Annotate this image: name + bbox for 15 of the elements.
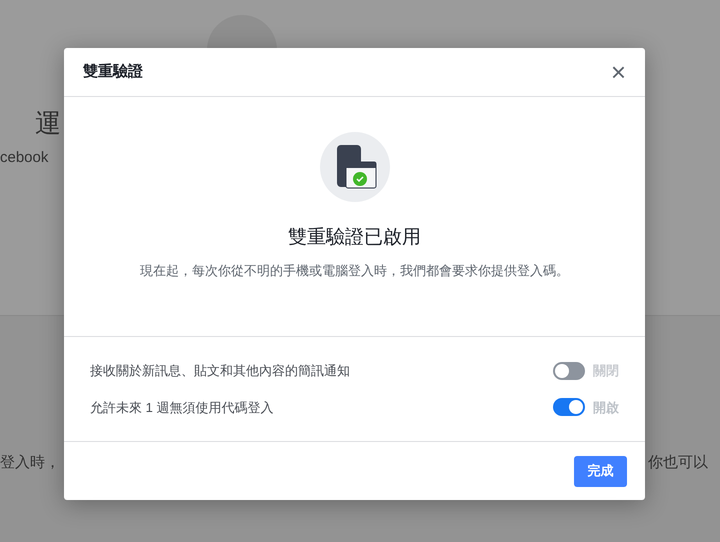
page-text: 你也可以 (648, 453, 708, 473)
status-title: 雙重驗證已啟用 (288, 226, 421, 250)
page-text: 登入時， (0, 453, 60, 473)
dialog-title: 雙重驗證 (83, 62, 143, 82)
page-text: cebook (0, 148, 48, 168)
device-check-icon (320, 132, 390, 202)
setting-label: 接收關於新訊息、貼文和其他內容的簡訊通知 (90, 362, 351, 380)
status-text: 現在起，每次你從不明的手機或電腦登入時，我們都會要求你提供登入碼。 (140, 262, 569, 280)
close-button[interactable]: × (610, 59, 626, 85)
done-button[interactable]: 完成 (574, 456, 627, 486)
toggle-status: 開啟 (593, 398, 619, 416)
setting-label: 允許未來 1 週無須使用代碼登入 (90, 398, 274, 416)
page-heading: 運 (35, 107, 61, 140)
toggle-switch[interactable] (553, 398, 585, 416)
toggle-switch[interactable] (553, 362, 585, 380)
